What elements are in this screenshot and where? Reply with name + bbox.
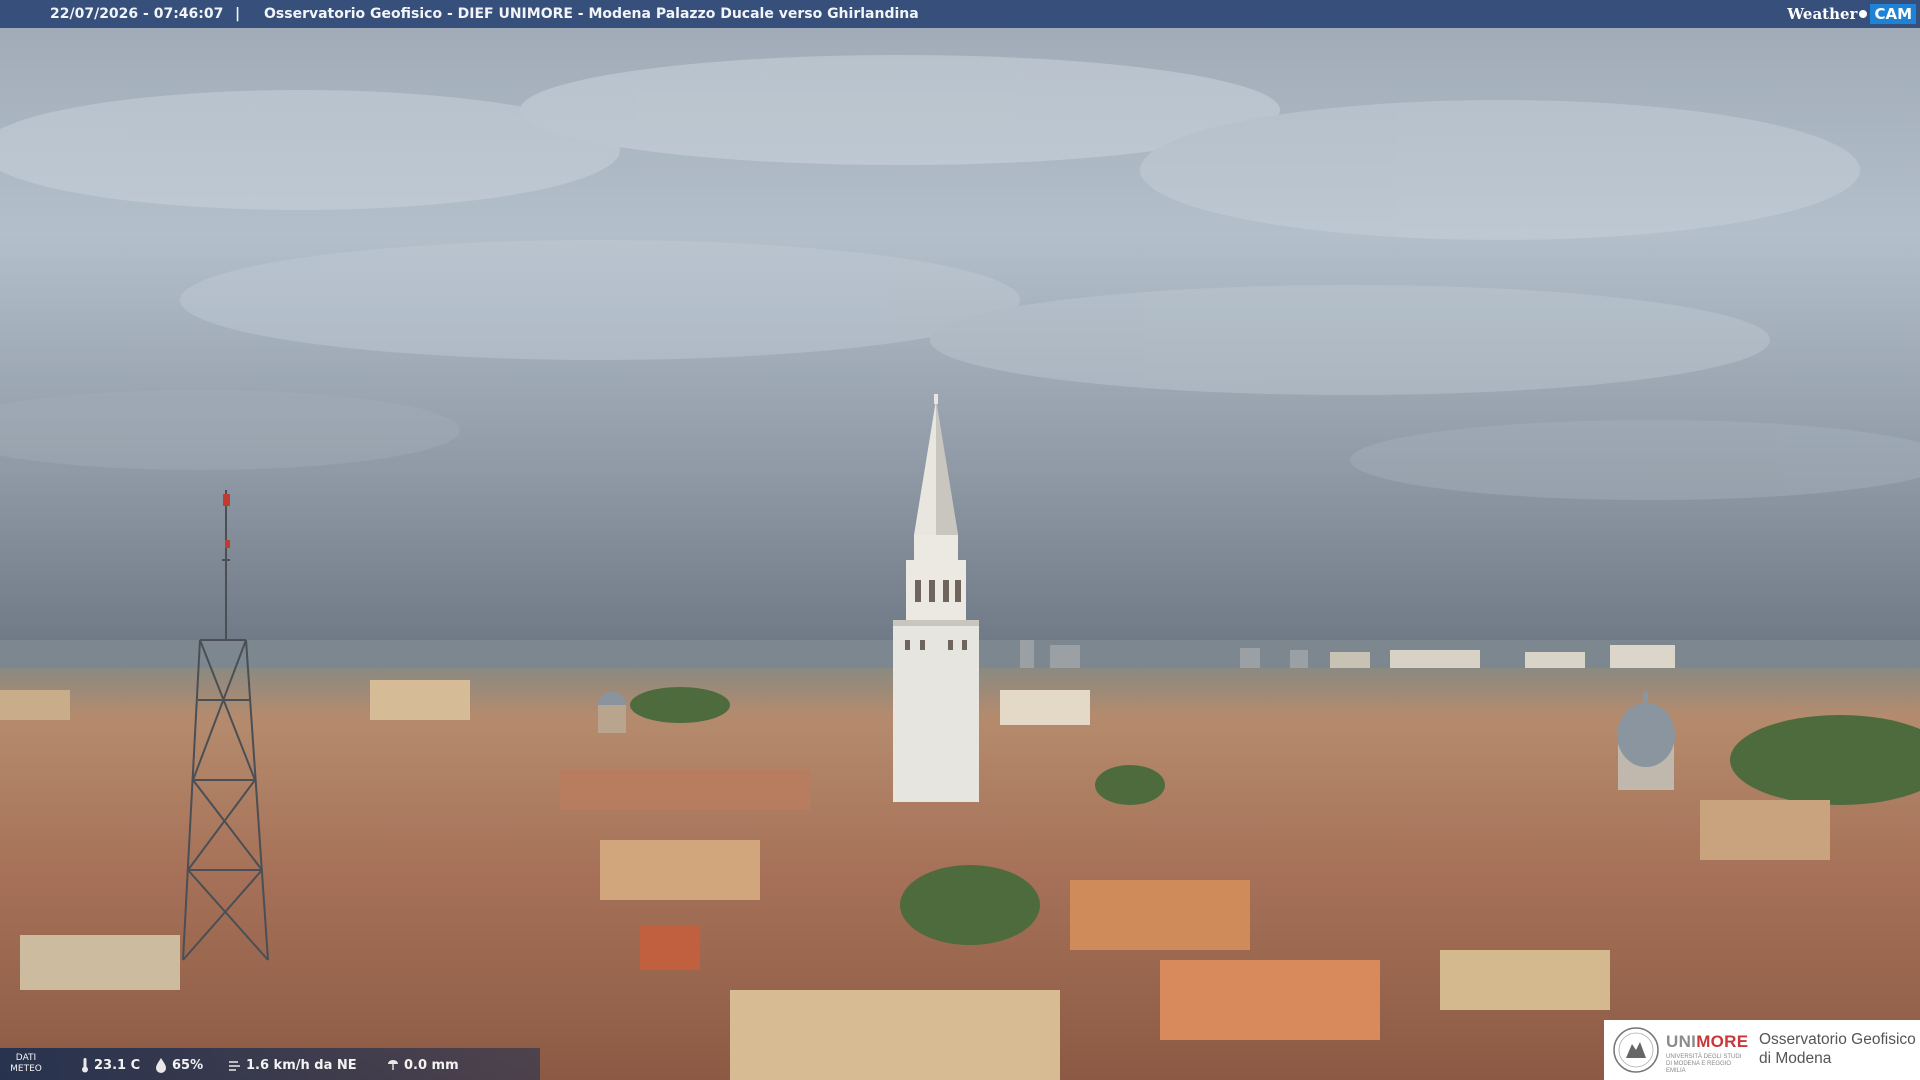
observatory-name: Osservatorio Geofisico di Modena [1759, 1030, 1916, 1068]
brand-cam-text: CAM [1870, 4, 1916, 24]
humidity-drop-icon [156, 1058, 166, 1073]
humidity-value: 65% [172, 1057, 204, 1073]
temperature-value: 23.1 C [94, 1057, 141, 1073]
rain-value: 0.0 mm [404, 1057, 459, 1073]
brand-weather-text: Weather [1787, 5, 1858, 23]
weather-label-line2: METEO [10, 1064, 42, 1074]
weathercam-logo: Weather CAM [1787, 3, 1916, 25]
wind-reading: 1.6 km/h da NE [228, 1057, 357, 1073]
title-separator: | [235, 6, 241, 22]
unimore-seal-icon [1613, 1027, 1659, 1073]
top-info-bar: 22/07/2026 - 07:46:07 | Osservatorio Geo… [0, 0, 1920, 28]
weather-label-line1: DATI [15, 1053, 37, 1063]
wind-value: 1.6 km/h da NE [246, 1057, 357, 1073]
thermometer-icon [82, 1058, 88, 1073]
observatory-line1: Osservatorio Geofisico [1759, 1031, 1916, 1048]
rain-reading: 0.0 mm [386, 1057, 459, 1073]
unimore-uni: UNI [1666, 1032, 1697, 1051]
camera-title: Osservatorio Geofisico - DIEF UNIMORE - … [264, 6, 919, 22]
small-dome [598, 692, 626, 733]
unimore-more: MORE [1696, 1032, 1749, 1051]
observatory-line2: di Modena [1759, 1050, 1832, 1067]
observatory-logo: UNIMORE UNIVERSITÀ DEGLI STUDI DI MODENA… [1604, 1020, 1920, 1080]
unimore-subtitle: UNIVERSITÀ DEGLI STUDI DI MODENA E REGGI… [1666, 1054, 1742, 1074]
unimore-wordmark: UNIMORE [1666, 1032, 1748, 1052]
temperature-reading: 23.1 C [80, 1057, 140, 1073]
webcam-scene [0, 0, 1920, 1080]
wind-icon [229, 1061, 240, 1071]
humidity-reading: 65% [154, 1057, 203, 1073]
weather-data-bar: DATI METEO 23.1 C 65% 1.6 km/h da NE 0.0… [0, 1048, 540, 1080]
timestamp: 22/07/2026 - 07:46:07 [50, 6, 224, 22]
weather-data-label: DATI METEO [8, 1053, 44, 1075]
rain-icon [388, 1060, 398, 1070]
brand-dot-icon [1859, 10, 1868, 18]
